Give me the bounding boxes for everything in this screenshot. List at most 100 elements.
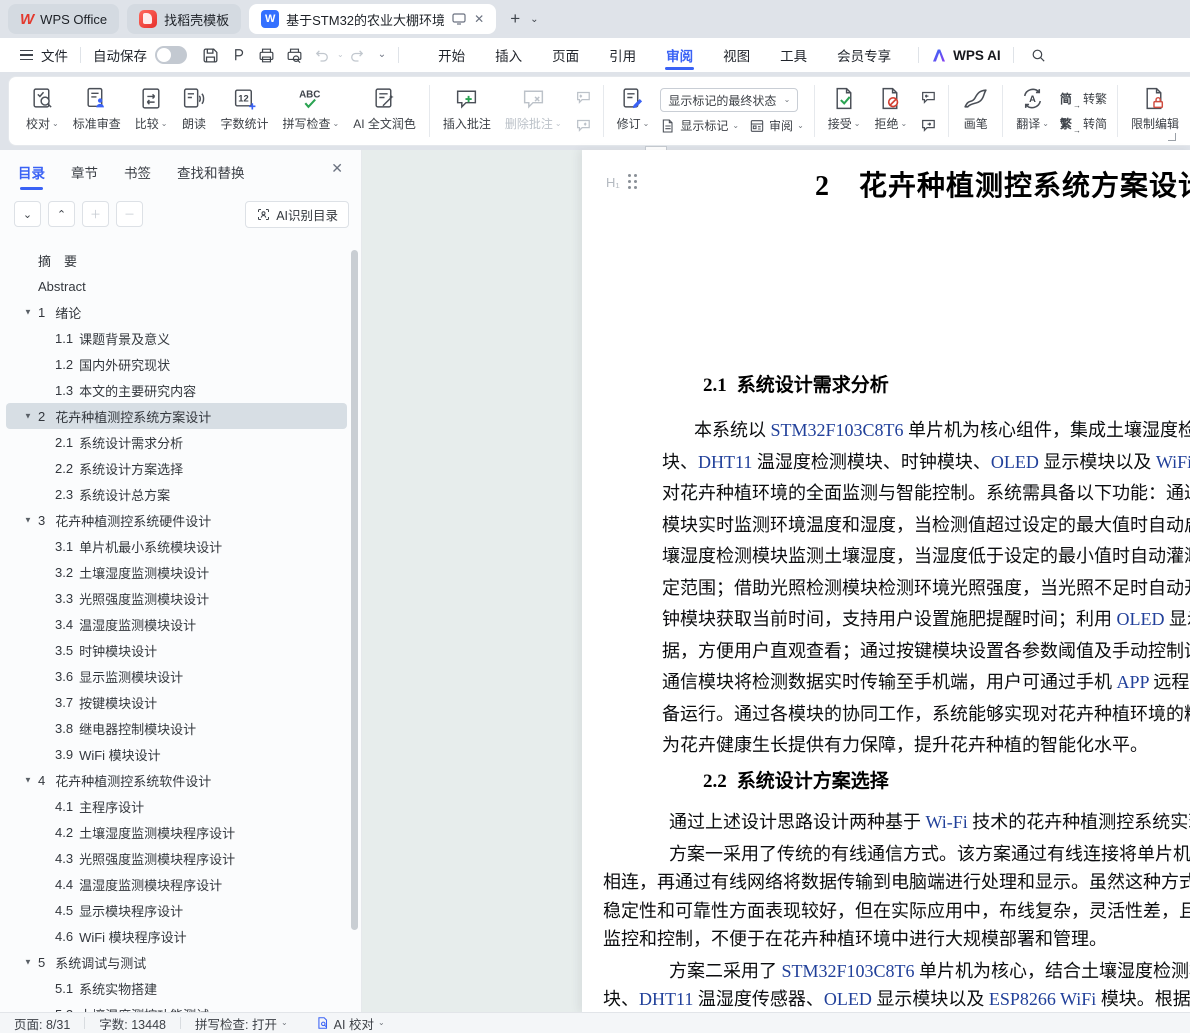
read-aloud-button[interactable]: 朗读 — [174, 77, 213, 145]
sidebar-tab-bookmarks[interactable]: 书签 — [124, 162, 151, 188]
toc-item[interactable]: ▼ 1 绪论 — [6, 299, 347, 325]
toc-item[interactable]: ▼ 4 花卉种植测控系统软件设计 — [6, 767, 347, 793]
word-count-button[interactable]: 12 字数统计 — [213, 77, 275, 145]
ink-pen-label: 画笔 — [963, 117, 988, 131]
menu-item-review[interactable]: 审阅 — [651, 38, 708, 72]
ink-pen-button[interactable]: 画笔 — [955, 77, 996, 145]
insert-comment-button[interactable]: 插入批注 — [436, 77, 498, 145]
ai-polish-button[interactable]: AI 全文润色 — [346, 77, 423, 145]
toc-item[interactable]: 4.5 显示模块程序设计 — [6, 897, 347, 923]
toc-collapse-arrow-icon[interactable]: ▼ — [24, 308, 32, 317]
toc-expand-all-button[interactable]: ⌄ — [14, 201, 41, 227]
accept-change-button[interactable]: 接受 ⌄ — [821, 77, 868, 145]
body-text-line: 块、DHT11 温湿度检测模块、时钟模块、OLED 显示模块以及 WiFi 通信… — [662, 451, 1190, 472]
toc-item[interactable]: 4.6 WiFi 模块程序设计 — [6, 923, 347, 949]
to-simplified-button[interactable]: 繁 转简 — [1060, 115, 1107, 135]
menu-item-member[interactable]: 会员专享 — [822, 38, 906, 72]
menu-item-start[interactable]: 开始 — [423, 38, 480, 72]
toc-item[interactable]: 4.1 主程序设计 — [6, 793, 347, 819]
sidebar-scrollbar[interactable] — [351, 250, 358, 930]
search-icon[interactable] — [1026, 43, 1052, 67]
next-change-icon[interactable] — [917, 114, 939, 136]
toc-item[interactable]: 2.1 系统设计需求分析 — [6, 429, 347, 455]
compare-button[interactable]: 比较 ⌄ — [128, 77, 175, 145]
toc-item[interactable]: 3.6 显示监测模块设计 — [6, 663, 347, 689]
document-page[interactable]: H₁ 2 花卉种植测控系统方案设计 2.1 系统设计需求分析 本系统以 STM32F… — [582, 150, 1190, 1012]
markup-state-dropdown[interactable]: 显示标记的最终状态 ⌄ — [660, 88, 799, 112]
toc-item[interactable]: 3.2 土壤湿度监测模块设计 — [6, 559, 347, 585]
toc-collapse-arrow-icon[interactable]: ▼ — [24, 776, 32, 785]
autosave-toggle[interactable] — [155, 46, 187, 64]
close-tab-icon[interactable]: ✕ — [474, 13, 484, 25]
new-tab-button[interactable]: + — [510, 9, 520, 29]
ai-proofread-button[interactable]: AI 校对 ⌄ — [302, 1014, 399, 1033]
toc-item[interactable]: 5.1 系统实物搭建 — [6, 975, 347, 1001]
toc-item[interactable]: 3.7 按键模块设计 — [6, 689, 347, 715]
screen-share-icon[interactable] — [452, 13, 466, 25]
toc-item[interactable]: ▼ 5 系统调试与测试 — [6, 949, 347, 975]
menu-item-view[interactable]: 视图 — [708, 38, 765, 72]
toc-item[interactable]: 3.4 温湿度监测模块设计 — [6, 611, 347, 637]
hamburger-menu-icon[interactable] — [20, 49, 33, 61]
toc-item[interactable]: 3.1 单片机最小系统模块设计 — [6, 533, 347, 559]
spell-check-button[interactable]: ABC 拼写检查 ⌄ — [275, 77, 346, 145]
quickbar-customize-chevron-icon[interactable]: ⌄ — [378, 50, 386, 60]
page-indicator[interactable]: 页面: 8/31 — [0, 1014, 84, 1033]
toc-item[interactable]: ▼ 3 花卉种植测控系统硬件设计 — [6, 507, 347, 533]
ai-recognize-toc-button[interactable]: AI识别目录 — [245, 200, 349, 228]
toc-item[interactable]: Abstract — [6, 273, 347, 299]
output-pdf-button[interactable] — [225, 43, 251, 67]
tab-current-document[interactable]: W 基于STM32的农业大棚环境监 ✕ — [249, 4, 497, 34]
toc-item[interactable]: 4.2 土壤湿度监测模块程序设计 — [6, 819, 347, 845]
sidebar-tab-sections[interactable]: 章节 — [71, 162, 98, 188]
sidebar-tab-contents[interactable]: 目录 — [18, 162, 45, 190]
toc-item[interactable]: 1.1 课题背景及意义 — [6, 325, 347, 351]
toc-item[interactable]: 3.8 继电器控制模块设计 — [6, 715, 347, 741]
spellcheck-status[interactable]: 拼写检查: 打开 ⌄ — [181, 1014, 302, 1033]
dialog-launcher-icon[interactable] — [1168, 133, 1176, 141]
toc-item[interactable]: 2.3 系统设计总方案 — [6, 481, 347, 507]
toc-item[interactable]: 1.3 本文的主要研究内容 — [6, 377, 347, 403]
previous-change-icon[interactable] — [917, 86, 939, 108]
drag-handle-icon[interactable] — [627, 174, 638, 190]
tab-wps-home[interactable]: W WPS Office — [8, 4, 120, 34]
tab-list-chevron-icon[interactable]: ⌄ — [530, 14, 538, 25]
toc-item[interactable]: 4.3 光照强度监测模块程序设计 — [6, 845, 347, 871]
toc-item[interactable]: 1.2 国内外研究现状 — [6, 351, 347, 377]
toc-collapse-arrow-icon[interactable]: ▼ — [24, 412, 32, 421]
menu-item-reference[interactable]: 引用 — [594, 38, 651, 72]
toc-collapse-arrow-icon[interactable]: ▼ — [24, 516, 32, 525]
toc-item[interactable]: 5.2土壤湿度测控功能测试 — [6, 1001, 347, 1013]
proofread-button[interactable]: 校对 ⌄ — [19, 77, 66, 145]
word-count-indicator[interactable]: 字数: 13448 — [85, 1014, 180, 1033]
toc-item[interactable]: 2.2 系统设计方案选择 — [6, 455, 347, 481]
file-menu[interactable]: 文件 — [41, 45, 68, 65]
toc-item[interactable]: 3.3 光照强度监测模块设计 — [6, 585, 347, 611]
translate-button[interactable]: A 翻译 ⌄ — [1009, 77, 1056, 145]
tab-docer-templates[interactable]: 找稻壳模板 — [127, 4, 242, 34]
sidebar-close-icon[interactable]: ✕ — [331, 160, 343, 177]
review-pane-button[interactable]: 审阅 ⌄ — [749, 117, 804, 134]
toc-item[interactable]: 3.9 WiFi 模块设计 — [6, 741, 347, 767]
standard-review-button[interactable]: 标准审查 — [66, 77, 128, 145]
reject-change-button[interactable]: 拒绝 ⌄ — [867, 77, 914, 145]
wps-ai-button[interactable]: WPS AI — [931, 48, 1001, 63]
heading-level-marker[interactable]: H₁ — [606, 174, 638, 190]
toc-collapse-all-button[interactable]: ⌃ — [48, 201, 75, 227]
track-changes-button[interactable]: 修订 ⌄ — [610, 77, 657, 145]
toc-item[interactable]: ▼ 2 花卉种植测控系统方案设计 — [6, 403, 347, 429]
toc-item[interactable]: 摘 要 — [6, 247, 347, 273]
toc-collapse-arrow-icon[interactable]: ▼ — [24, 958, 32, 967]
print-button[interactable] — [253, 43, 279, 67]
menu-item-tools[interactable]: 工具 — [765, 38, 822, 72]
to-traditional-button[interactable]: 简 转繁 — [1060, 90, 1107, 110]
restrict-editing-button[interactable]: 限制编辑 — [1124, 77, 1186, 145]
sidebar-tab-find-replace[interactable]: 查找和替换 — [177, 162, 245, 188]
toc-item[interactable]: 3.5 时钟模块设计 — [6, 637, 347, 663]
toc-item[interactable]: 4.4 温湿度监测模块程序设计 — [6, 871, 347, 897]
show-markup-button[interactable]: 显示标记 ⌄ — [660, 117, 739, 134]
print-preview-button[interactable] — [281, 43, 307, 67]
save-button[interactable] — [197, 43, 223, 67]
menu-item-insert[interactable]: 插入 — [480, 38, 537, 72]
menu-item-page[interactable]: 页面 — [537, 38, 594, 72]
